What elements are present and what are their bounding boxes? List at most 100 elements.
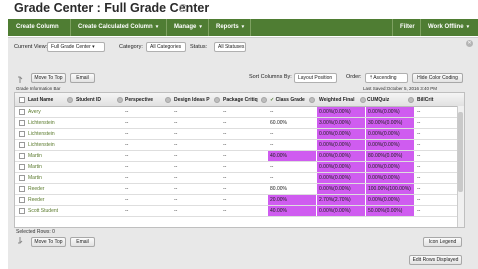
col-billcrit[interactable]: BillCrit (415, 93, 460, 107)
cell-last-name[interactable]: Scott Student (26, 206, 73, 216)
cell-student-id[interactable] (74, 173, 122, 183)
cell-billcrit[interactable]: -- (415, 129, 459, 139)
close-icon[interactable]: ✕ (466, 40, 473, 47)
cell-package-critique[interactable]: -- (221, 162, 267, 172)
cell-last-name[interactable]: Lichtenstein (26, 118, 73, 128)
cell-cumquiz[interactable]: 0.00%(0.00%) (366, 107, 414, 117)
sort-columns-select[interactable]: Layout Position (294, 73, 337, 83)
row-checkbox[interactable] (19, 109, 25, 115)
cell-student-id[interactable] (74, 195, 122, 205)
col-weighted-final[interactable]: Weighted Final (317, 93, 365, 107)
create-column-button[interactable]: Create Column (8, 19, 70, 36)
cell-billcrit[interactable]: -- (415, 173, 459, 183)
cell-weighted-final[interactable]: 0.00%(0.00%) (317, 140, 365, 150)
cell-package-critique[interactable]: -- (221, 173, 267, 183)
cell-weighted-final[interactable]: 3.00%(0.00%) (317, 118, 365, 128)
cell-weighted-final[interactable]: 0.00%(0.00%) (317, 173, 365, 183)
row-checkbox[interactable] (19, 153, 25, 159)
cell-billcrit[interactable]: -- (415, 140, 459, 150)
cell-billcrit[interactable]: -- (415, 184, 459, 194)
reports-menu[interactable]: Reports ▾ (208, 19, 250, 36)
order-select[interactable]: ⇡Ascending (365, 73, 408, 83)
email-button[interactable]: Email (70, 73, 95, 83)
cell-cumquiz[interactable]: 80.00%(0.00%) (366, 151, 414, 161)
cell-class-grade[interactable]: -- (268, 107, 316, 117)
footer-email-button[interactable]: Email (70, 237, 95, 247)
edit-rows-displayed-button[interactable]: Edit Rows Displayed (409, 255, 462, 265)
cell-package-critique[interactable]: -- (221, 107, 267, 117)
cell-package-critique[interactable]: -- (221, 195, 267, 205)
cell-design-ideas[interactable]: -- (172, 173, 220, 183)
cell-package-critique[interactable]: -- (221, 151, 267, 161)
cell-student-id[interactable] (74, 140, 122, 150)
manage-menu[interactable]: Manage ▾ (166, 19, 208, 36)
cell-design-ideas[interactable]: -- (172, 107, 220, 117)
cell-design-ideas[interactable]: -- (172, 151, 220, 161)
footer-move-to-top-button[interactable]: Move To Top (31, 237, 66, 247)
cell-cumquiz[interactable]: 30.00%(0.00%) (366, 118, 414, 128)
row-checkbox[interactable] (19, 120, 25, 126)
row-checkbox[interactable] (19, 131, 25, 137)
cell-student-id[interactable] (74, 206, 122, 216)
work-offline-menu[interactable]: Work Offline ▾ (420, 19, 478, 36)
cell-cumquiz[interactable]: 50.00%(0.00%) (366, 206, 414, 216)
cell-perspective[interactable]: -- (123, 129, 171, 139)
cell-design-ideas[interactable]: -- (172, 140, 220, 150)
cell-package-critique[interactable]: -- (221, 118, 267, 128)
row-checkbox[interactable] (19, 208, 25, 214)
grid-scrollbar-thumb[interactable] (458, 112, 463, 192)
cell-design-ideas[interactable]: -- (172, 195, 220, 205)
column-menu-icon[interactable] (165, 97, 171, 103)
cell-class-grade[interactable]: -- (268, 173, 316, 183)
cell-perspective[interactable]: -- (123, 173, 171, 183)
cell-perspective[interactable]: -- (123, 151, 171, 161)
cell-student-id[interactable] (74, 184, 122, 194)
cell-billcrit[interactable]: -- (415, 206, 459, 216)
cell-weighted-final[interactable]: 0.00%(0.00%) (317, 151, 365, 161)
status-select[interactable]: All Statuses (214, 42, 246, 52)
cell-billcrit[interactable]: -- (415, 195, 459, 205)
cell-last-name[interactable]: Reeder (26, 184, 73, 194)
cell-cumquiz[interactable]: 0.00%(0.00%) (366, 195, 414, 205)
cell-class-grade[interactable]: 40.00% (268, 206, 316, 216)
cell-last-name[interactable]: Lichtenstein (26, 140, 73, 150)
current-view-select[interactable]: Full Grade Center ▾ (47, 42, 105, 52)
cell-class-grade[interactable]: 80.00% (268, 184, 316, 194)
cell-design-ideas[interactable]: -- (172, 184, 220, 194)
cell-student-id[interactable] (74, 107, 122, 117)
cell-class-grade[interactable]: -- (268, 140, 316, 150)
cell-weighted-final[interactable]: 0.00%(0.00%) (317, 107, 365, 117)
cell-class-grade[interactable]: -- (268, 162, 316, 172)
cell-package-critique[interactable]: -- (221, 140, 267, 150)
category-select[interactable]: All Categories (146, 42, 186, 52)
cell-perspective[interactable]: -- (123, 140, 171, 150)
cell-cumquiz[interactable]: 0.00%(0.00%) (366, 173, 414, 183)
move-to-top-button[interactable]: Move To Top (31, 73, 66, 83)
cell-weighted-final[interactable]: 0.00%(0.00%) (317, 206, 365, 216)
row-checkbox[interactable] (19, 186, 25, 192)
row-checkbox[interactable] (19, 142, 25, 148)
cell-cumquiz[interactable]: 0.00%(0.00%) (366, 129, 414, 139)
title-options-icon[interactable] (179, 4, 187, 12)
create-calculated-column-menu[interactable]: Create Calculated Column ▾ (70, 19, 166, 36)
cell-perspective[interactable]: -- (123, 195, 171, 205)
column-menu-icon[interactable] (67, 97, 73, 103)
cell-billcrit[interactable]: -- (415, 151, 459, 161)
cell-design-ideas[interactable]: -- (172, 129, 220, 139)
cell-design-ideas[interactable]: -- (172, 206, 220, 216)
column-menu-icon[interactable] (408, 97, 414, 103)
select-all-checkbox[interactable] (19, 97, 25, 103)
row-checkbox[interactable] (19, 164, 25, 170)
col-perspective[interactable]: Perspective (123, 93, 169, 107)
col-package-critique[interactable]: Package Critiq (221, 93, 266, 107)
cell-student-id[interactable] (74, 129, 122, 139)
cell-last-name[interactable]: Lichtenstein (26, 129, 73, 139)
cell-billcrit[interactable]: -- (415, 118, 459, 128)
icon-legend-button[interactable]: Icon Legend (423, 237, 462, 247)
col-class-grade[interactable]: ✓ Class Grade (268, 93, 314, 107)
cell-last-name[interactable]: Martin (26, 173, 73, 183)
cell-weighted-final[interactable]: 0.00%(0.00%) (317, 129, 365, 139)
column-menu-icon[interactable] (261, 97, 267, 103)
cell-package-critique[interactable]: -- (221, 206, 267, 216)
cell-student-id[interactable] (74, 118, 122, 128)
